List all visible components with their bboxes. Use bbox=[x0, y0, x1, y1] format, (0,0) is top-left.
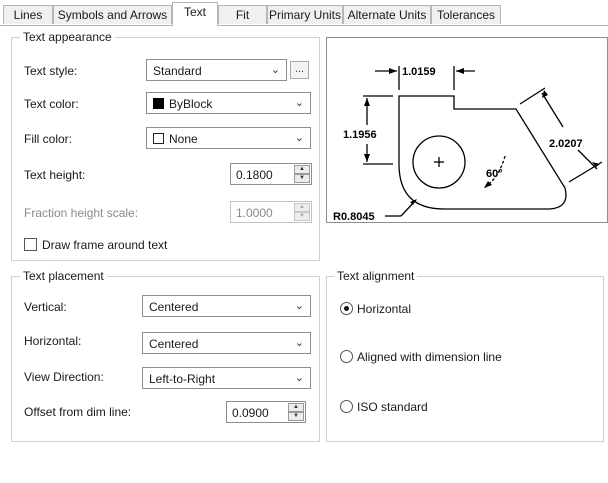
text-style-select[interactable]: Standard ⌄ bbox=[146, 59, 287, 81]
horizontal-select[interactable]: Centered ⌄ bbox=[142, 332, 311, 354]
chevron-down-icon: ⌄ bbox=[294, 372, 304, 384]
fill-color-value: None bbox=[169, 132, 198, 146]
chevron-down-icon: ⌄ bbox=[294, 97, 304, 109]
dim-top-text: 1.0159 bbox=[402, 66, 436, 78]
radio-aligned-label: Aligned with dimension line bbox=[357, 350, 502, 364]
fill-color-label: Fill color: bbox=[24, 132, 73, 146]
tab-strip: Lines Symbols and Arrows Text Fit Primar… bbox=[0, 0, 608, 26]
draw-frame-label: Draw frame around text bbox=[42, 238, 168, 252]
draw-frame-checkbox[interactable] bbox=[24, 238, 37, 251]
spin-up-icon[interactable]: ▲ bbox=[294, 165, 310, 174]
preview-drawing: 1.0159 1.1956 2.0207 60° R0.8045 bbox=[333, 66, 603, 223]
spin-up-icon[interactable]: ▲ bbox=[294, 203, 310, 212]
chevron-down-icon: ⌄ bbox=[270, 64, 280, 76]
dimension-preview: 1.0159 1.1956 2.0207 60° R0.8045 bbox=[326, 37, 608, 223]
text-height-stepper[interactable]: 0.1800 ▲ ▼ bbox=[230, 163, 312, 185]
offset-stepper[interactable]: 0.0900 ▲ ▼ bbox=[226, 401, 306, 423]
tab-symbols-and-arrows[interactable]: Symbols and Arrows bbox=[53, 5, 172, 24]
text-color-select[interactable]: ByBlock ⌄ bbox=[146, 92, 311, 114]
text-color-value: ByBlock bbox=[169, 97, 213, 111]
radius-text: R0.8045 bbox=[333, 211, 375, 223]
fill-color-select[interactable]: None ⌄ bbox=[146, 127, 311, 149]
tab-text[interactable]: Text bbox=[172, 2, 218, 26]
tab-alternate-units[interactable]: Alternate Units bbox=[343, 5, 431, 24]
tab-tolerances[interactable]: Tolerances bbox=[431, 5, 501, 24]
dim-right-text: 2.0207 bbox=[549, 138, 583, 150]
chevron-down-icon: ⌄ bbox=[294, 337, 304, 349]
chevron-down-icon: ⌄ bbox=[294, 132, 304, 144]
tab-primary-units[interactable]: Primary Units bbox=[267, 5, 343, 24]
text-height-label: Text height: bbox=[24, 168, 86, 182]
vertical-select[interactable]: Centered ⌄ bbox=[142, 295, 311, 317]
color-swatch-icon bbox=[153, 98, 164, 109]
text-style-label: Text style: bbox=[24, 64, 78, 78]
radio-iso-standard[interactable] bbox=[340, 400, 353, 413]
spin-down-icon[interactable]: ▼ bbox=[294, 212, 310, 221]
radio-iso-standard-label: ISO standard bbox=[357, 400, 428, 414]
fraction-height-scale-label: Fraction height scale: bbox=[24, 206, 139, 220]
radio-aligned-with-dimension-line[interactable] bbox=[340, 350, 353, 363]
chevron-down-icon: ⌄ bbox=[294, 300, 304, 312]
spin-down-icon[interactable]: ▼ bbox=[294, 174, 310, 183]
angle-text: 60° bbox=[486, 168, 503, 180]
vertical-label: Vertical: bbox=[24, 300, 67, 314]
empty-swatch-icon bbox=[153, 133, 164, 144]
spin-down-icon[interactable]: ▼ bbox=[288, 412, 304, 421]
offset-value: 0.0900 bbox=[232, 406, 269, 420]
fraction-height-scale-stepper[interactable]: 1.0000 ▲ ▼ bbox=[230, 201, 312, 223]
tab-lines[interactable]: Lines bbox=[3, 5, 53, 24]
radio-horizontal[interactable] bbox=[340, 302, 353, 315]
dim-left-text: 1.1956 bbox=[343, 129, 377, 141]
tab-divider bbox=[0, 25, 608, 26]
view-direction-value: Left-to-Right bbox=[149, 372, 216, 386]
tab-fit[interactable]: Fit bbox=[218, 5, 267, 24]
vertical-value: Centered bbox=[149, 300, 199, 314]
horizontal-label: Horizontal: bbox=[24, 334, 82, 348]
fraction-height-scale-value: 1.0000 bbox=[236, 206, 273, 220]
text-placement-legend: Text placement bbox=[20, 269, 107, 283]
view-direction-label: View Direction: bbox=[24, 370, 104, 384]
view-direction-select[interactable]: Left-to-Right ⌄ bbox=[142, 367, 311, 389]
spin-up-icon[interactable]: ▲ bbox=[288, 403, 304, 412]
text-height-value: 0.1800 bbox=[236, 168, 273, 182]
text-color-label: Text color: bbox=[24, 97, 79, 111]
text-appearance-legend: Text appearance bbox=[20, 30, 115, 44]
text-alignment-legend: Text alignment bbox=[334, 269, 418, 283]
offset-label: Offset from dim line: bbox=[24, 405, 132, 419]
text-style-value: Standard bbox=[153, 64, 202, 78]
radio-horizontal-label: Horizontal bbox=[357, 302, 412, 316]
horizontal-value: Centered bbox=[149, 337, 199, 351]
text-style-browse-button[interactable]: ... bbox=[290, 61, 309, 79]
